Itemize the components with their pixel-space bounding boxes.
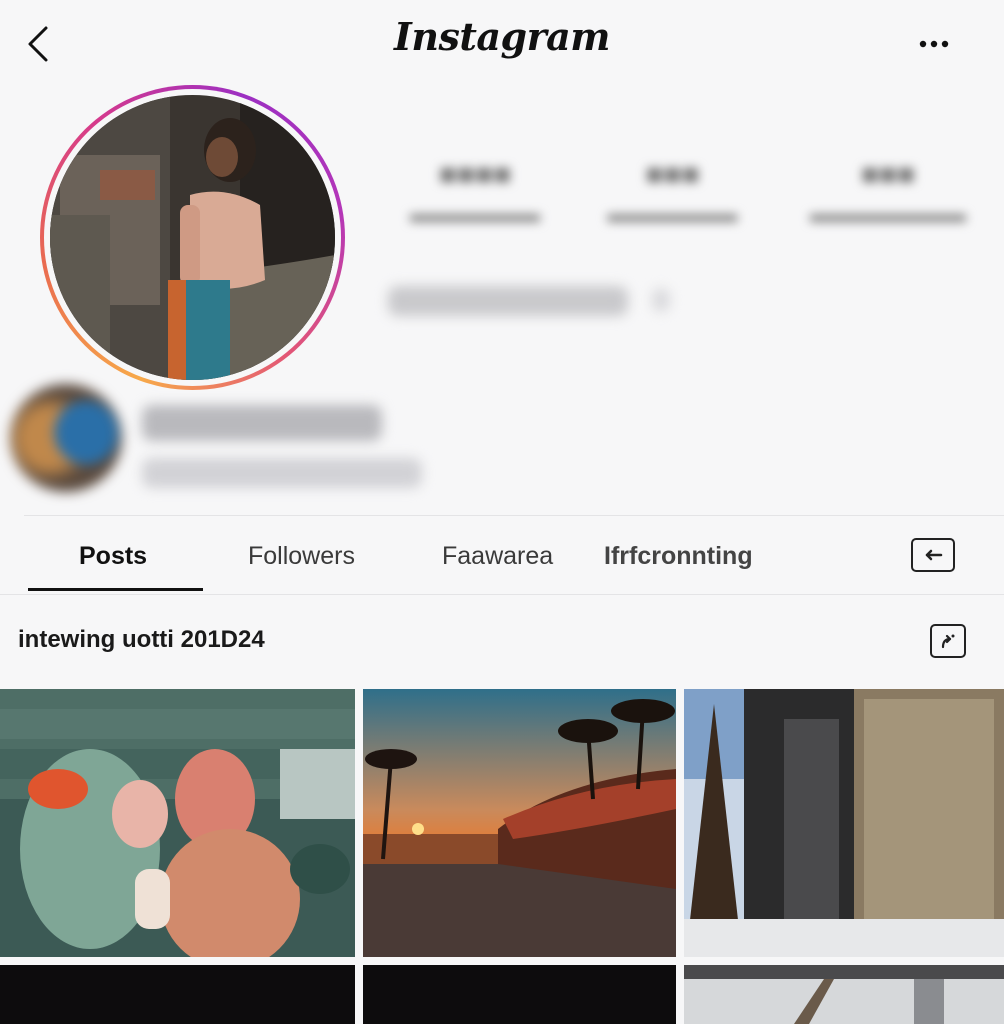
tab-options-button[interactable]	[911, 538, 955, 572]
post-thumbnail-sunset-beach[interactable]	[363, 689, 676, 957]
following-stat[interactable]: ■■■ ▬▬▬▬▬▬	[808, 158, 968, 229]
handle-redacted	[142, 458, 422, 488]
followers-stat[interactable]: ■■■ ▬▬▬▬▬	[605, 158, 740, 229]
share-icon	[941, 634, 955, 649]
active-tab-indicator	[28, 588, 203, 591]
share-button[interactable]	[930, 624, 966, 658]
more-options-button[interactable]	[916, 30, 952, 58]
profile-tabs: Posts Followers Faawarea Ifrfcronnting	[0, 530, 1004, 594]
post-thumbnail-dark-2[interactable]	[363, 965, 676, 1024]
post-thumbnail-knitted-figures[interactable]	[0, 689, 355, 957]
tab-following[interactable]: Faawarea	[442, 542, 553, 571]
top-bar: Instagram	[0, 0, 1004, 90]
posts-stat[interactable]: ■■■■ ▬▬▬▬▬	[410, 158, 540, 229]
username-redacted	[142, 405, 382, 441]
bio-redacted	[388, 286, 628, 316]
secondary-avatar[interactable]	[10, 384, 122, 492]
more-horizontal-icon	[919, 40, 949, 48]
post-thumbnail-dark-1[interactable]	[0, 965, 355, 1024]
tab-posts[interactable]: Posts	[79, 542, 147, 571]
app-title: Instagram	[394, 14, 610, 59]
profile-avatar	[50, 95, 335, 380]
story-ring[interactable]	[40, 85, 345, 390]
divider	[0, 594, 1004, 595]
arrow-left-box-icon	[925, 549, 943, 561]
post-thumbnail-architecture[interactable]	[684, 689, 1004, 957]
bio-redacted-mark	[652, 288, 670, 312]
divider	[24, 515, 1004, 516]
tab-forwarding[interactable]: Ifrfcronnting	[604, 542, 753, 571]
section-title: intewing uotti 201D24	[18, 626, 265, 653]
post-thumbnail-interior[interactable]	[684, 965, 1004, 1024]
tab-followers[interactable]: Followers	[248, 542, 355, 571]
